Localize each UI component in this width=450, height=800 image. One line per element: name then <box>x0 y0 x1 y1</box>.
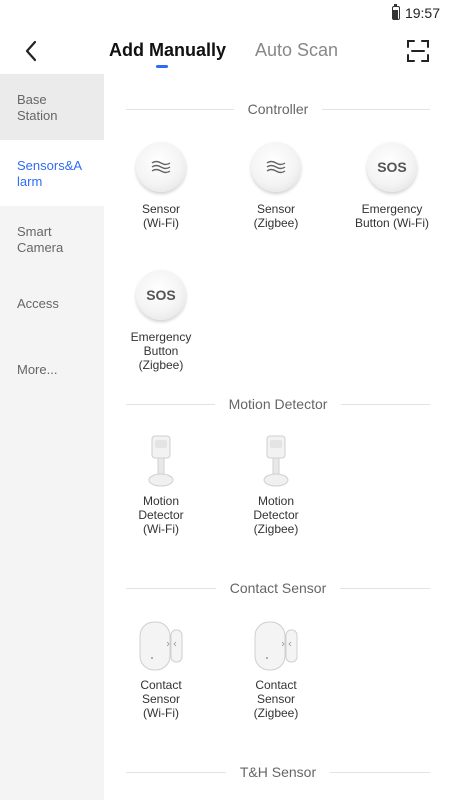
motion-detector-icon <box>263 435 289 487</box>
device-label: Motion Detector (Zigbee) <box>253 494 299 536</box>
scan-button[interactable] <box>406 39 430 63</box>
device-label: Motion Detector (Wi-Fi) <box>138 494 184 536</box>
device-label: Sensor (Wi-Fi) <box>141 202 181 230</box>
device-label: Sensor (Zigbee) <box>253 202 299 230</box>
device-sensor-zigbee[interactable]: Sensor (Zigbee) <box>226 140 326 230</box>
active-tab-indicator <box>156 65 168 68</box>
tab-auto-scan[interactable]: Auto Scan <box>255 40 338 61</box>
device-emergency-button-zigbee[interactable]: SOS Emergency Button (Zigbee) <box>111 268 211 372</box>
scan-icon <box>407 40 429 62</box>
motion-detector-icon <box>148 435 174 487</box>
tab-add-manually[interactable]: Add Manually <box>109 40 226 61</box>
category-sidebar: Base Station Sensors&A larm Smart Camera Ac… <box>0 74 104 800</box>
device-motion-detector-wifi[interactable]: Motion Detector (Wi-Fi) <box>111 434 211 536</box>
section-title-controller: Controller <box>126 99 431 119</box>
device-label: Emergency Button (Wi-Fi) <box>354 202 429 230</box>
status-time: 19:57 <box>404 5 440 21</box>
device-sensor-wifi[interactable]: Sensor (Wi-Fi) <box>111 140 211 230</box>
sidebar-item-base-station[interactable]: Base Station <box>0 74 104 140</box>
device-contact-sensor-zigbee[interactable]: Contact Sensor (Zigbee) <box>226 618 326 720</box>
sensor-wave-icon <box>251 142 301 192</box>
status-bar: 19:57 <box>0 0 450 28</box>
section-title-th-sensor: T&H Sensor <box>126 762 430 782</box>
sidebar-item-sensors-alarm[interactable]: Sensors&A larm <box>0 140 104 206</box>
sos-button-icon: SOS <box>136 270 186 320</box>
device-emergency-button-wifi[interactable]: SOS Emergency Button (Wi-Fi) <box>342 140 442 230</box>
sidebar-item-more[interactable]: More... <box>0 338 104 404</box>
sidebar-item-label: Access <box>17 296 59 311</box>
sidebar-item-label: Sensors&A larm <box>17 158 83 189</box>
device-motion-detector-zigbee[interactable]: Motion Detector (Zigbee) <box>226 434 326 536</box>
device-label: Contact Sensor (Wi-Fi) <box>140 678 182 720</box>
sidebar-item-label: Base Station <box>17 92 58 123</box>
sidebar-item-access[interactable]: Access <box>0 272 104 338</box>
sos-button-icon: SOS <box>367 142 417 192</box>
sidebar-item-label: Smart Camera <box>17 224 64 255</box>
sidebar-item-label: More... <box>17 362 58 377</box>
device-list: Controller Sensor (Wi-Fi) Sensor (Zigbee) … <box>104 74 450 800</box>
section-title-motion-detector: Motion Detector <box>126 394 431 414</box>
device-label: Emergency Button (Zigbee) <box>130 330 192 372</box>
section-title-contact-sensor: Contact Sensor <box>126 578 430 598</box>
device-label: Contact Sensor (Zigbee) <box>253 678 299 720</box>
sensor-wave-icon <box>136 142 186 192</box>
contact-sensor-icon <box>139 621 183 671</box>
contact-sensor-icon <box>254 621 298 671</box>
back-button[interactable] <box>18 38 44 64</box>
header: Add Manually Auto Scan <box>0 28 450 74</box>
sidebar-item-smart-camera[interactable]: Smart Camera <box>0 206 104 272</box>
chevron-left-icon <box>25 40 37 62</box>
battery-icon <box>391 4 400 20</box>
device-contact-sensor-wifi[interactable]: Contact Sensor (Wi-Fi) <box>111 618 211 720</box>
